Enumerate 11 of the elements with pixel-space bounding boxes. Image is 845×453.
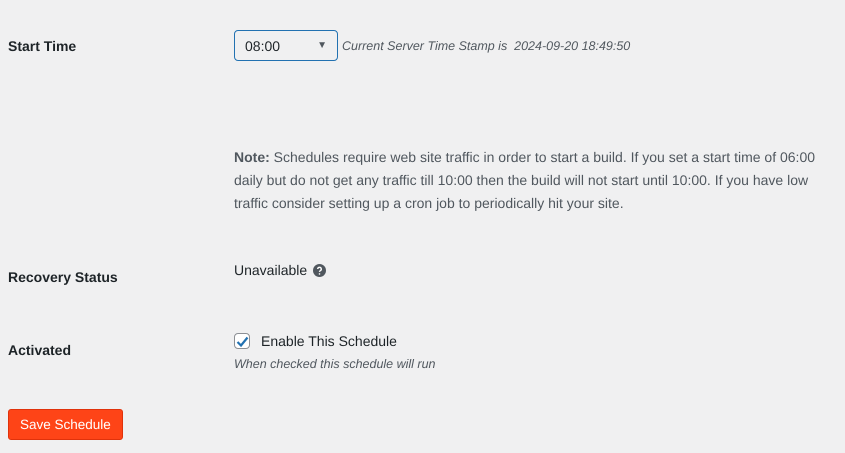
server-time-hint: Current Server Time Stamp is 2024-09-20 18:49:50 [342, 38, 630, 52]
help-icon[interactable] [313, 264, 326, 276]
time-select[interactable]: 08:00 ▼ [234, 30, 338, 61]
field-label: Activated [8, 341, 72, 358]
checkbox-description: When checked this schedule will run [234, 357, 436, 371]
field-label: Start Time [8, 37, 78, 54]
status-value: Unavailable [234, 262, 308, 278]
enable-checkbox[interactable] [234, 333, 250, 349]
note-text: Note: Schedules require web site traffic in order to start a build. If you set a start time of 06:00 daily but do not get any traffic till 10:00 then the build will not start until 10:00. If you have low traffic consider setting up a cron job to periodically hit your site. [234, 148, 816, 213]
checkbox-label: Enable This Schedule [261, 333, 397, 349]
field-label: Recovery Status [8, 268, 119, 285]
